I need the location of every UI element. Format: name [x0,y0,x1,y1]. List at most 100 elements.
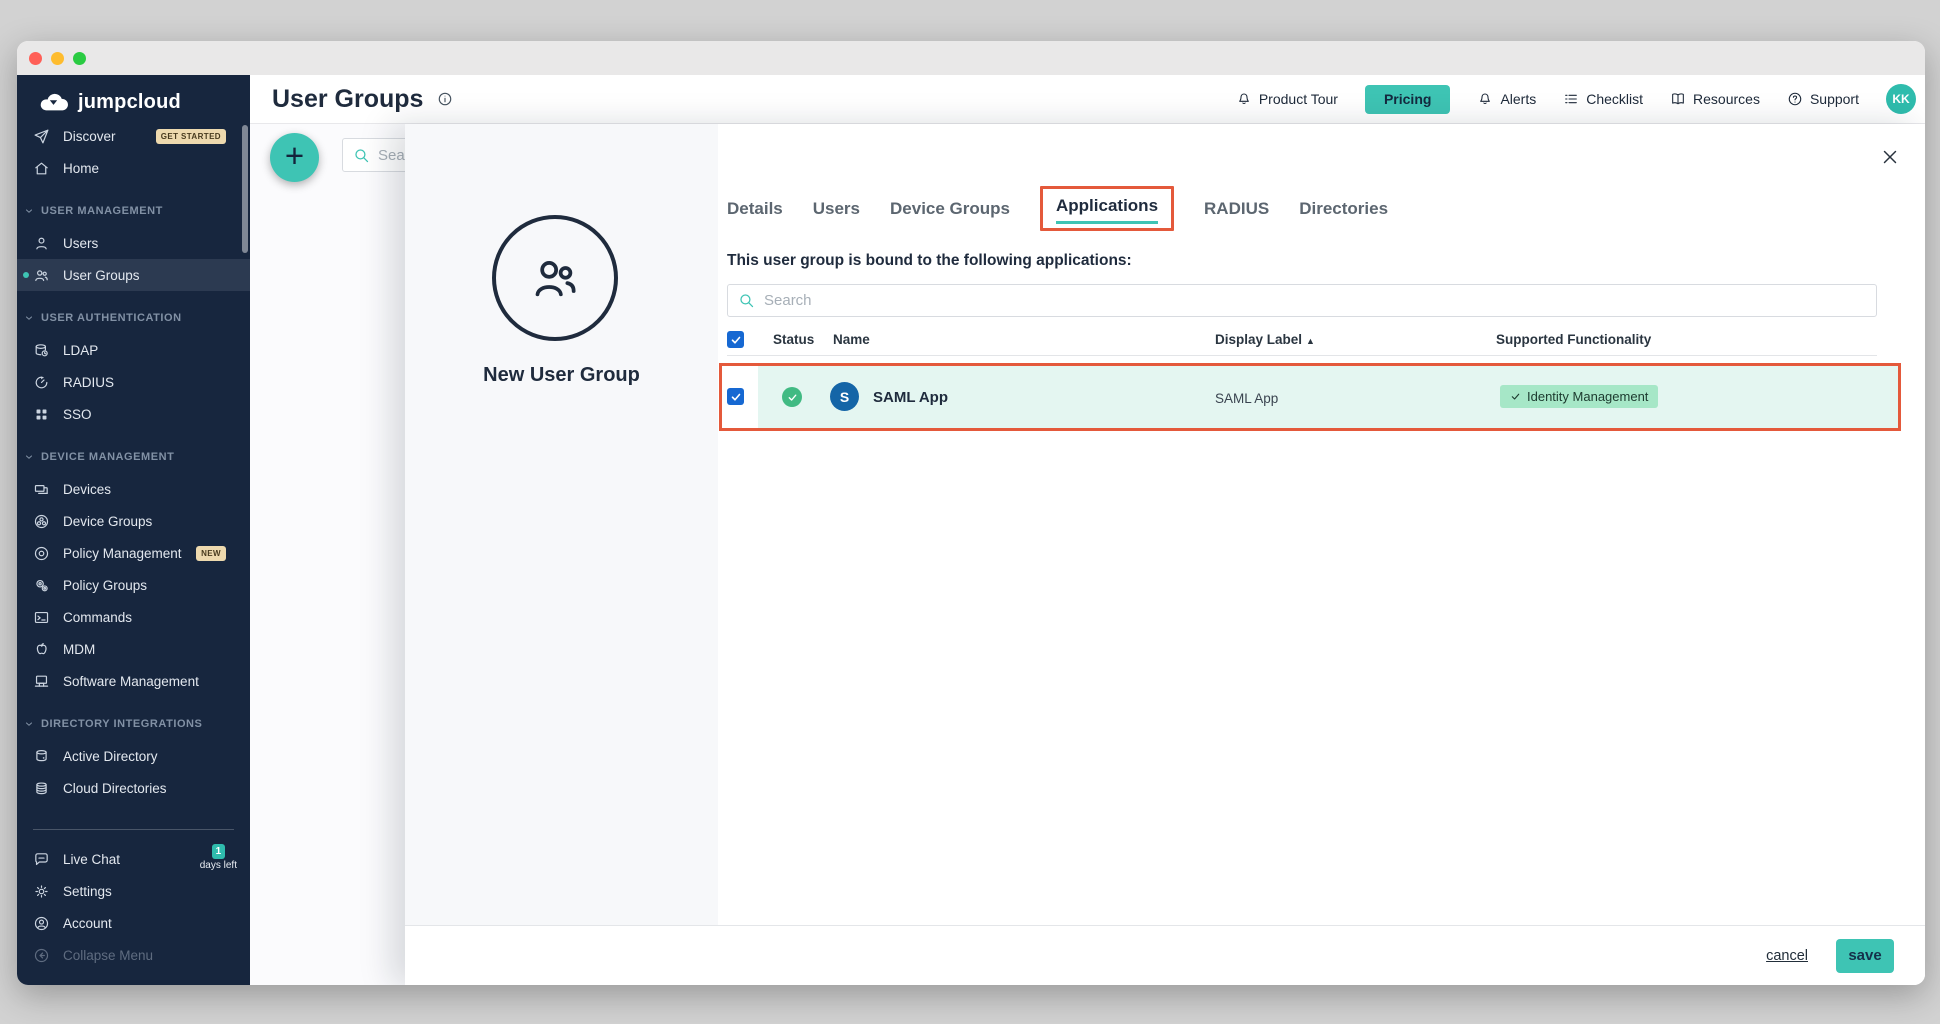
sidebar-section-directory-integrations[interactable]: DIRECTORY INTEGRATIONS [17,708,250,740]
header-actions: Product Tour Pricing Alerts Checklist Resour… [1236,84,1916,114]
window-minimize-button[interactable] [51,52,64,65]
window-close-button[interactable] [29,52,42,65]
app-name: SAML App [873,389,948,406]
tab-label: Details [727,199,783,218]
tab-device-groups[interactable]: Device Groups [890,199,1010,219]
check-icon [730,334,742,346]
check-icon [787,392,798,403]
sidebar-scrollbar-thumb[interactable] [242,125,248,253]
checklist-link[interactable]: Checklist [1563,91,1643,107]
tab-details[interactable]: Details [727,199,783,219]
save-button[interactable]: save [1836,939,1894,973]
tab-label: RADIUS [1204,199,1269,218]
sidebar-item-radius[interactable]: RADIUS [17,366,250,398]
column-supported-functionality[interactable]: Supported Functionality [1496,332,1651,347]
radius-icon [33,374,50,391]
user-group-icon [527,250,583,306]
check-icon [730,391,742,403]
sidebar: jumpcloud DiscoverGET STARTED Home USER MA… [17,75,250,985]
select-all-checkbox[interactable] [727,331,744,348]
page-title: User Groups [272,85,423,114]
group-name: New User Group [405,364,718,387]
discover-icon [33,128,50,145]
info-icon[interactable] [437,91,453,107]
tab-radius[interactable]: RADIUS [1204,199,1269,219]
add-user-group-button[interactable]: + [270,133,319,182]
sidebar-item-devices[interactable]: Devices [17,473,250,505]
product-tour-link[interactable]: Product Tour [1236,91,1338,107]
sso-icon [33,406,50,423]
close-icon[interactable] [1879,146,1901,168]
chevron-icon [24,452,34,462]
user-icon [33,235,50,252]
sidebar-item-active-directory[interactable]: Active Directory [17,740,250,772]
resources-link[interactable]: Resources [1670,91,1760,107]
sidebar-item-home[interactable]: Home [17,152,250,184]
alerts-link[interactable]: Alerts [1477,91,1536,107]
apple-icon [33,641,50,658]
sidebar-item-label: Policy Groups [63,578,147,593]
tab-applications[interactable]: Applications [1040,186,1174,231]
search-icon [353,147,370,164]
sidebar-item-policy-groups[interactable]: Policy Groups [17,569,250,601]
column-status[interactable]: Status [773,332,814,347]
window-zoom-button[interactable] [73,52,86,65]
trial-days-count: 1 [212,844,226,859]
trial-countdown-badge: 1days left [200,844,237,871]
action-label: Alerts [1500,91,1536,107]
sidebar-item-device-groups[interactable]: Device Groups [17,505,250,537]
sidebar-item-settings[interactable]: Settings [17,875,250,907]
device-group-icon [33,513,50,530]
chevron-icon [24,313,34,323]
sidebar-item-label: Account [63,916,112,931]
tab-users[interactable]: Users [813,199,860,219]
gear-icon [33,883,50,900]
sidebar-item-commands[interactable]: Commands [17,601,250,633]
action-label: Checklist [1586,91,1643,107]
plus-icon: + [285,137,304,175]
app-window: jumpcloud DiscoverGET STARTED Home USER MA… [17,41,1925,985]
account-icon [33,915,50,932]
support-link[interactable]: Support [1787,91,1859,107]
logo-text: jumpcloud [78,91,181,114]
sidebar-item-live-chat[interactable]: Live Chat1days left [17,843,250,875]
chevron-icon [24,206,34,216]
tab-directories[interactable]: Directories [1299,199,1388,219]
sidebar-item-label: MDM [63,642,95,657]
sidebar-item-label: Policy Management [63,546,182,561]
sidebar-section-device-management[interactable]: DEVICE MANAGEMENT [17,441,250,473]
terminal-icon [33,609,50,626]
sidebar-divider [33,829,234,830]
sidebar-item-label: Home [63,161,99,176]
sidebar-item-account[interactable]: Account [17,907,250,939]
sidebar-section-user-management[interactable]: USER MANAGEMENT [17,195,250,227]
software-icon [33,673,50,690]
sidebar-item-user-groups[interactable]: User Groups [17,259,250,291]
cancel-button[interactable]: cancel [1766,948,1808,964]
sidebar-nav: DiscoverGET STARTEDHomeUSER MANAGEMENTUs… [17,120,250,804]
page-header: User Groups Product Tour Pricing Alerts Che… [250,75,1925,124]
jumpcloud-logo[interactable]: jumpcloud [17,75,250,120]
applications-search-input[interactable] [764,292,1866,309]
sidebar-item-ldap[interactable]: LDAP [17,334,250,366]
highlighted-application-row[interactable]: S SAML App SAML App Identity Management [719,363,1901,431]
bell-icon [1477,91,1493,107]
sidebar-item-mdm[interactable]: MDM [17,633,250,665]
column-name[interactable]: Name [833,332,870,347]
sidebar-item-software-management[interactable]: Software Management [17,665,250,697]
pricing-button[interactable]: Pricing [1365,85,1450,114]
sidebar-item-policy-management[interactable]: Policy ManagementNEW [17,537,250,569]
sidebar-item-discover[interactable]: DiscoverGET STARTED [17,120,250,152]
sidebar-item-label: Active Directory [63,749,158,764]
sidebar-section-user-authentication[interactable]: USER AUTHENTICATION [17,302,250,334]
section-label: DIRECTORY INTEGRATIONS [41,718,202,730]
row-checkbox[interactable] [727,388,744,405]
sidebar-item-cloud-directories[interactable]: Cloud Directories [17,772,250,804]
sidebar-item-sso[interactable]: SSO [17,398,250,430]
user-avatar[interactable]: KK [1886,84,1916,114]
sidebar-item-users[interactable]: Users [17,227,250,259]
bell-icon [1236,91,1252,107]
cloud-db-icon [33,780,50,797]
sidebar-item-collapse-menu[interactable]: Collapse Menu [17,939,250,971]
column-display-label[interactable]: Display Label▲ [1215,332,1315,347]
